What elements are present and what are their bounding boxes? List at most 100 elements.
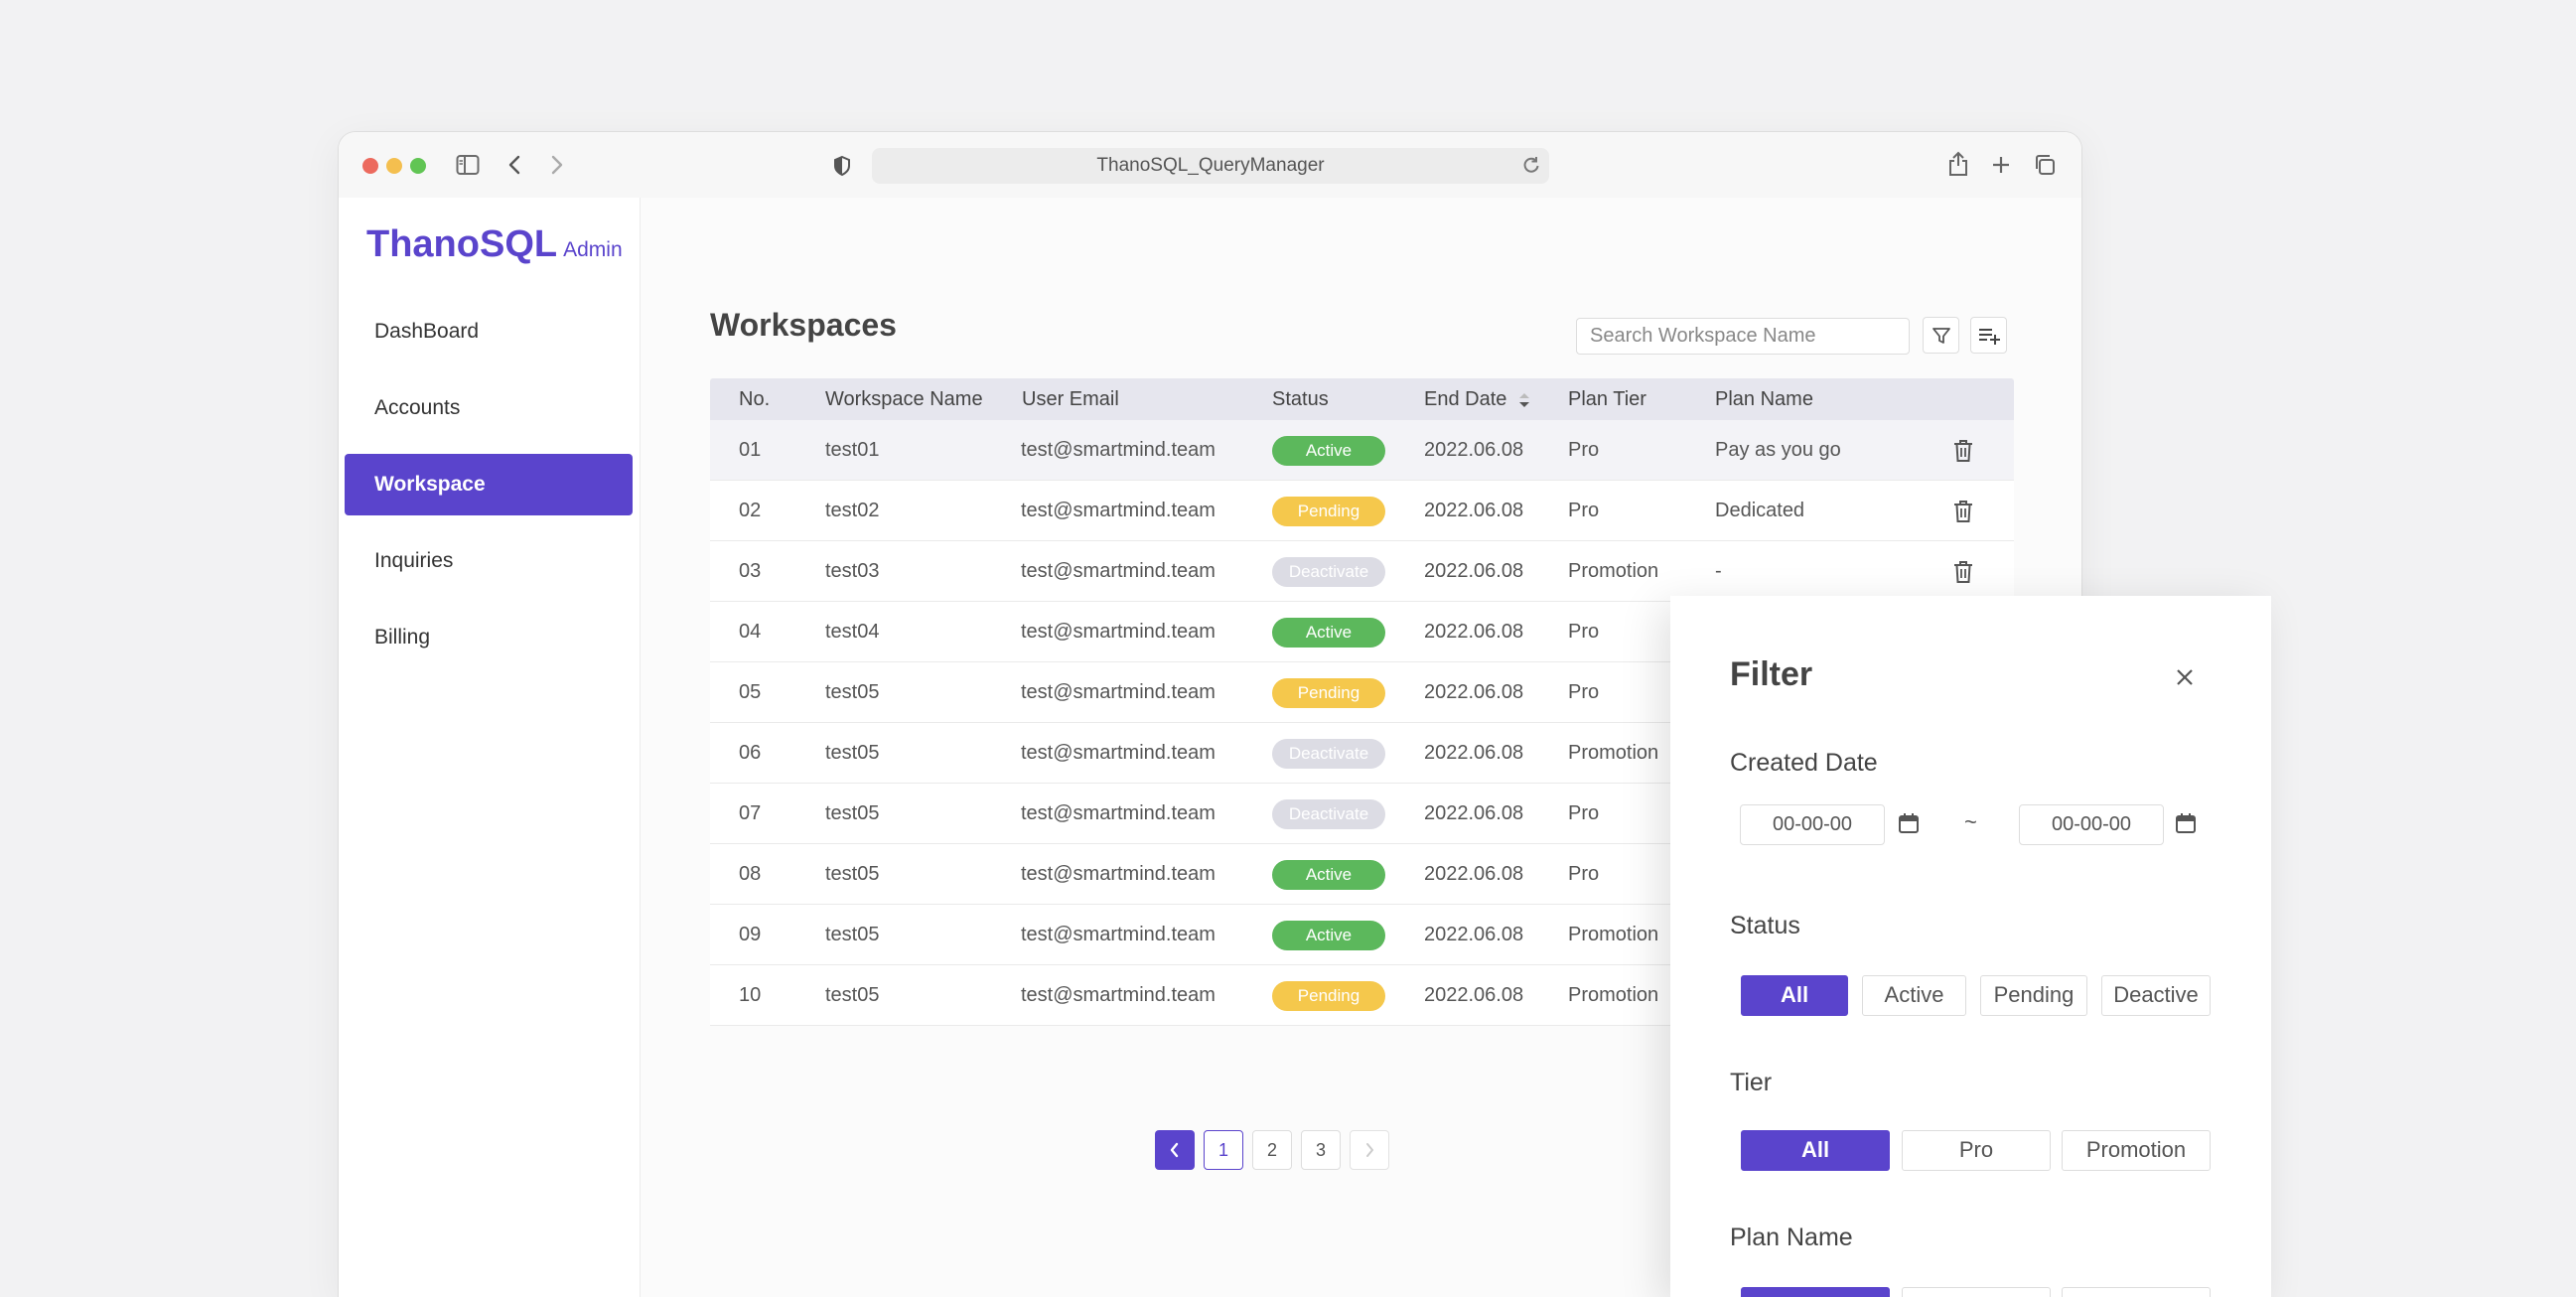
created-date-label: Created Date: [1730, 749, 1878, 777]
tier-filter-all[interactable]: All: [1741, 1130, 1890, 1171]
page-2-button[interactable]: 2: [1252, 1130, 1292, 1170]
cell-email: test@smartmind.team: [1021, 802, 1216, 824]
plan-name-filter-option[interactable]: [1741, 1287, 1890, 1297]
tier-filter-promotion[interactable]: Promotion: [2062, 1130, 2211, 1171]
page-3-button[interactable]: 3: [1301, 1130, 1341, 1170]
cell-no: 08: [739, 863, 762, 885]
page-1-button[interactable]: 1: [1204, 1130, 1243, 1170]
page-title: Workspaces: [710, 307, 897, 343]
status-filter-all[interactable]: All: [1741, 975, 1848, 1016]
cell-end-date: 2022.06.08: [1424, 681, 1524, 703]
sidebar-item-workspace[interactable]: Workspace: [345, 454, 633, 515]
cell-email: test@smartmind.team: [1021, 621, 1216, 643]
plan-name-filter-option[interactable]: [2062, 1287, 2211, 1297]
start-date-input[interactable]: 00-00-00: [1740, 804, 1885, 845]
next-page-button[interactable]: [1350, 1130, 1389, 1170]
cell-name: test04: [825, 621, 880, 643]
cell-tier: Promotion: [1568, 924, 1659, 945]
previous-page-button[interactable]: [1155, 1130, 1195, 1170]
start-calendar-icon[interactable]: [1898, 812, 1920, 839]
column-header-user-email: User Email: [1022, 388, 1119, 410]
cell-end-date: 2022.06.08: [1424, 439, 1524, 461]
cell-no: 03: [739, 560, 762, 582]
zoom-window-button[interactable]: [410, 158, 426, 174]
plan-name-filter-option[interactable]: [1902, 1287, 2051, 1297]
cell-end-date: 2022.06.08: [1424, 621, 1524, 643]
sidebar-item-accounts[interactable]: Accounts: [345, 377, 633, 439]
sidebar-item-inquiries[interactable]: Inquiries: [345, 530, 633, 592]
cell-name: test05: [825, 742, 880, 764]
playlist-add-icon: [1978, 328, 2000, 345]
cell-name: test05: [825, 924, 880, 945]
trash-icon[interactable]: [1953, 560, 1973, 589]
status-badge: Active: [1272, 921, 1385, 950]
status-badge: Pending: [1272, 678, 1385, 708]
close-window-button[interactable]: [362, 158, 378, 174]
status-filter-pending[interactable]: Pending: [1980, 975, 2087, 1016]
status-filter-active[interactable]: Active: [1862, 975, 1966, 1016]
add-workspace-button[interactable]: [1970, 317, 2007, 354]
cell-email: test@smartmind.team: [1021, 500, 1216, 521]
cell-tier: Promotion: [1568, 560, 1659, 582]
cell-plan: -: [1715, 560, 1722, 582]
filter-button[interactable]: [1923, 317, 1959, 354]
status-filter-label: Status: [1730, 912, 1800, 939]
column-header-end-date[interactable]: End Date: [1424, 378, 1530, 420]
close-icon[interactable]: [2175, 667, 2195, 692]
table-row[interactable]: 01 test01 test@smartmind.team Active 2022.06…: [710, 420, 2014, 481]
sidebar-item-dashboard[interactable]: DashBoard: [345, 301, 633, 362]
minimize-window-button[interactable]: [386, 158, 402, 174]
cell-no: 10: [739, 984, 762, 1006]
status-badge: Deactivate: [1272, 739, 1385, 769]
end-date-input[interactable]: 00-00-00: [2019, 804, 2164, 845]
table-row[interactable]: 03 test03 test@smartmind.team Deactivate 202…: [710, 541, 2014, 602]
share-icon[interactable]: [1947, 151, 1969, 177]
cell-email: test@smartmind.team: [1021, 439, 1216, 461]
logo-subtext: Admin: [563, 238, 623, 261]
status-badge: Deactivate: [1272, 799, 1385, 829]
end-calendar-icon[interactable]: [2175, 812, 2197, 839]
cell-no: 06: [739, 742, 762, 764]
cell-tier: Pro: [1568, 863, 1600, 885]
status-badge: Pending: [1272, 497, 1385, 526]
cell-email: test@smartmind.team: [1021, 924, 1216, 945]
cell-tier: Pro: [1568, 439, 1600, 461]
cell-no: 09: [739, 924, 762, 945]
address-bar[interactable]: ThanoSQL_QueryManager: [872, 148, 1549, 184]
column-header-workspace-name: Workspace Name: [825, 388, 983, 410]
cell-name: test01: [825, 439, 880, 461]
tier-filter-pro[interactable]: Pro: [1902, 1130, 2051, 1171]
cell-tier: Pro: [1568, 681, 1600, 703]
sort-icon[interactable]: [1518, 391, 1530, 409]
new-tab-icon[interactable]: [1990, 154, 2012, 176]
reload-icon[interactable]: [1521, 155, 1541, 181]
privacy-shield-icon[interactable]: [832, 155, 852, 177]
trash-icon[interactable]: [1953, 500, 1973, 528]
forward-icon[interactable]: [550, 154, 564, 176]
cell-tier: Pro: [1568, 500, 1600, 521]
table-row[interactable]: 02 test02 test@smartmind.team Pending 2022.0…: [710, 481, 2014, 541]
date-range-separator: ~: [1964, 809, 1977, 834]
search-input[interactable]: [1576, 318, 1910, 355]
cell-end-date: 2022.06.08: [1424, 742, 1524, 764]
browser-titlebar: ThanoSQL_QueryManager: [339, 132, 2081, 198]
tab-overview-icon[interactable]: [2033, 153, 2057, 177]
sidebar-item-billing[interactable]: Billing: [345, 607, 633, 668]
cell-end-date: 2022.06.08: [1424, 500, 1524, 521]
trash-icon[interactable]: [1953, 439, 1973, 468]
sidebar-toggle-icon[interactable]: [456, 154, 480, 176]
status-filter-deactive[interactable]: Deactive: [2101, 975, 2211, 1016]
sidebar: ThanoSQL Admin DashBoard Accounts Workspa…: [339, 198, 641, 1297]
cell-name: test02: [825, 500, 880, 521]
cell-end-date: 2022.06.08: [1424, 863, 1524, 885]
cell-no: 04: [739, 621, 762, 643]
cell-no: 01: [739, 439, 762, 461]
column-header-no: No.: [739, 388, 771, 410]
cell-end-date: 2022.06.08: [1424, 802, 1524, 824]
back-icon[interactable]: [507, 154, 521, 176]
column-header-plan-name: Plan Name: [1715, 388, 1813, 410]
status-badge: Pending: [1272, 981, 1385, 1011]
plan-name-filter-label: Plan Name: [1730, 1224, 1853, 1251]
status-badge: Active: [1272, 860, 1385, 890]
logo[interactable]: ThanoSQL Admin: [366, 223, 623, 266]
